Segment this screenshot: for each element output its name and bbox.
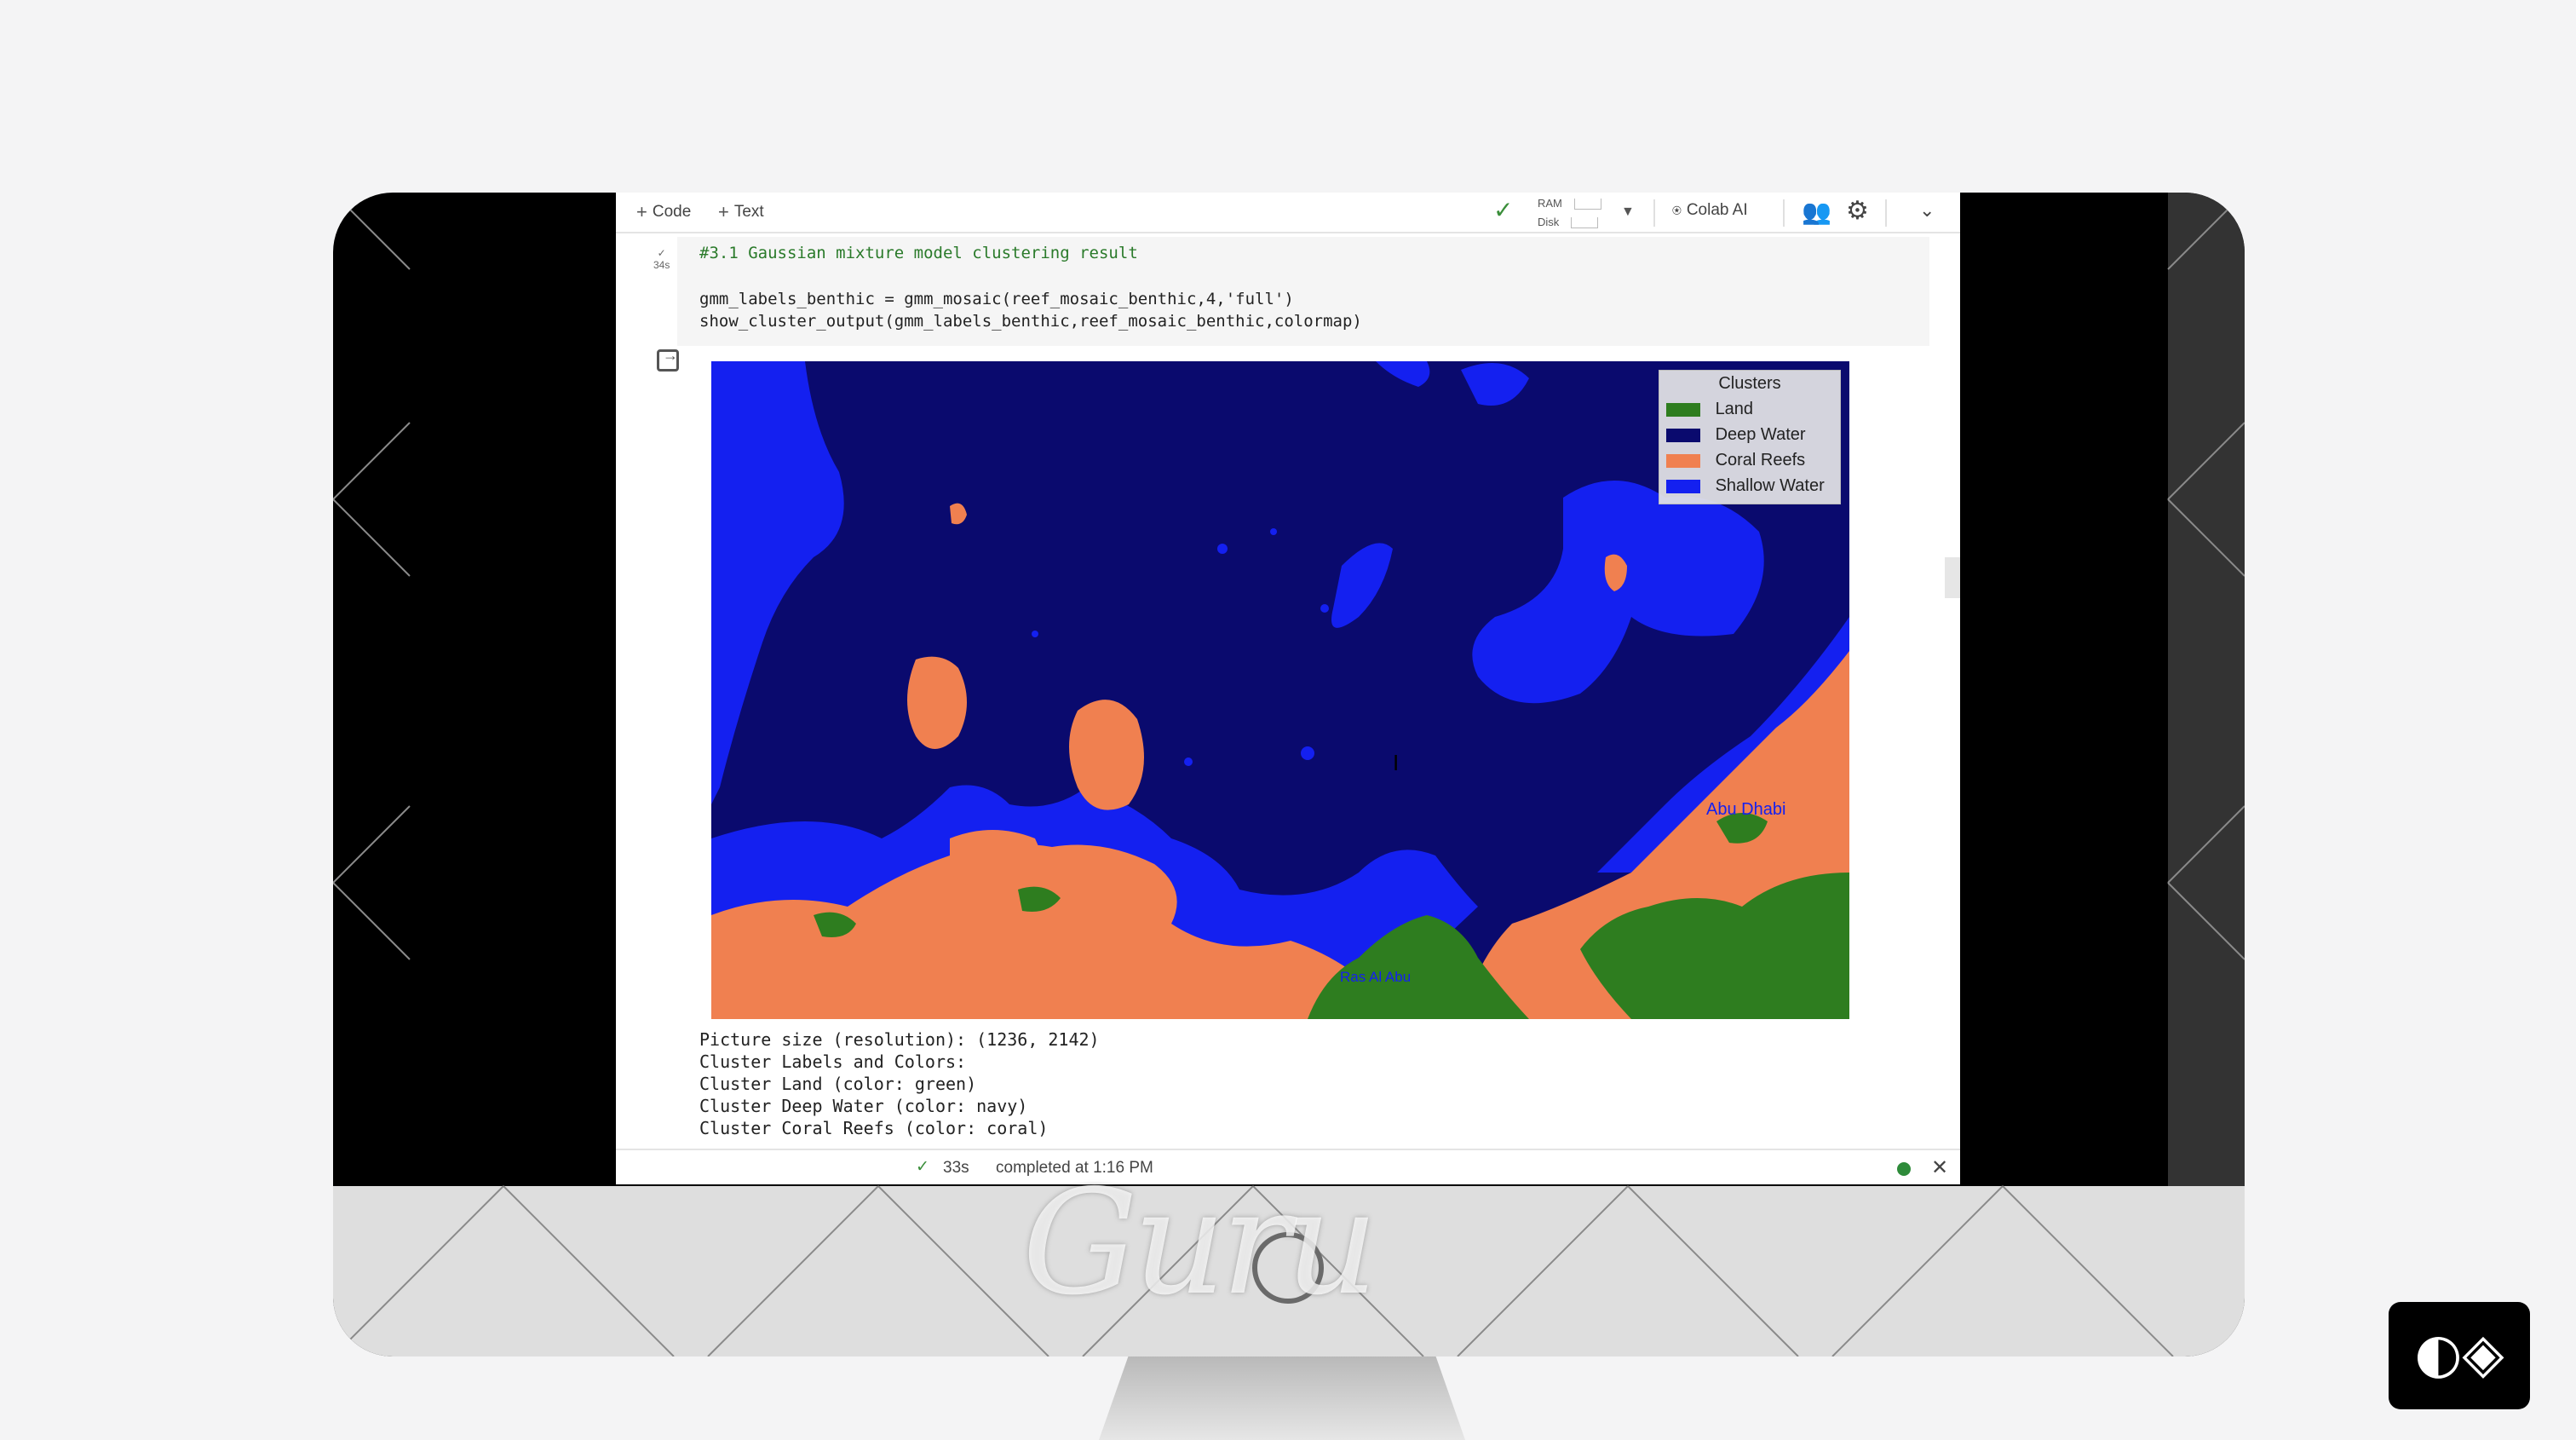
run-status: ✓ 34s bbox=[653, 247, 670, 271]
ram-label: RAM bbox=[1538, 197, 1562, 210]
legend-label: Shallow Water bbox=[1715, 476, 1825, 495]
ram-disk-indicator[interactable]: RAM Disk bbox=[1538, 194, 1601, 232]
scrollbar-thumb[interactable] bbox=[1945, 557, 1960, 598]
plus-icon: + bbox=[636, 201, 647, 222]
output-line: Cluster Land (color: green) bbox=[699, 1074, 977, 1094]
legend-swatch bbox=[1666, 428, 1700, 442]
colab-toolbar: + Code + Text ✓ RAM Disk ▼ ⍟ Colab AI 👥 … bbox=[616, 193, 1960, 233]
watermark: Guru bbox=[1022, 1159, 1378, 1328]
share-people-icon[interactable]: 👥 bbox=[1802, 198, 1831, 226]
code-comment: #3.1 Gaussian mixture model clustering r… bbox=[699, 244, 1138, 262]
toolbar-divider bbox=[1885, 199, 1887, 227]
chevron-down-icon[interactable]: ⌄ bbox=[1919, 199, 1935, 222]
gear-icon[interactable]: ⚙ bbox=[1846, 196, 1869, 226]
colab-ai-button[interactable]: ⍟ Colab AI bbox=[1672, 201, 1748, 220]
output-line: Cluster Labels and Colors: bbox=[699, 1051, 967, 1072]
code-line: show_cluster_output(gmm_labels_benthic,r… bbox=[699, 312, 1362, 331]
code-cell[interactable]: ✓ 34s #3.1 Gaussian mixture model cluste… bbox=[647, 237, 1929, 346]
monitor-stand bbox=[1099, 1356, 1465, 1440]
legend-title: Clusters bbox=[1718, 374, 1781, 393]
plus-icon: + bbox=[718, 201, 729, 222]
toolbar-divider bbox=[1653, 199, 1655, 227]
legend-item-land: Land bbox=[1666, 400, 1753, 419]
disk-label: Disk bbox=[1538, 216, 1560, 228]
check-icon: ✓ bbox=[916, 1158, 929, 1176]
brand-logo-icon: ◐◈ bbox=[2414, 1322, 2504, 1385]
legend-label: Land bbox=[1715, 400, 1754, 418]
toolbar-divider bbox=[1783, 199, 1785, 227]
add-code-button[interactable]: Code bbox=[653, 203, 691, 222]
legend-swatch bbox=[1666, 402, 1700, 417]
output-line: Cluster Deep Water (color: navy) bbox=[699, 1096, 1028, 1116]
legend-swatch bbox=[1666, 479, 1700, 493]
output-line: Picture size (resolution): (1236, 2142) bbox=[699, 1029, 1100, 1050]
map-label-abu-dhabi: Abu Dhabi bbox=[1706, 800, 1785, 819]
brand-logo-badge: ◐◈ bbox=[2389, 1302, 2530, 1409]
legend-item-shallow-water: Shallow Water bbox=[1666, 476, 1825, 496]
sparkle-icon: ⍟ bbox=[1672, 201, 1682, 219]
runtime-dropdown-icon[interactable]: ▼ bbox=[1621, 204, 1635, 220]
status-dot-icon bbox=[1897, 1162, 1911, 1176]
code-editor[interactable]: #3.1 Gaussian mixture model clustering r… bbox=[677, 237, 1929, 346]
legend-item-coral-reefs: Coral Reefs bbox=[1666, 451, 1805, 470]
add-text-group: + Text bbox=[718, 201, 764, 223]
code-line: gmm_labels_benthic = gmm_mosaic(reef_mos… bbox=[699, 290, 1294, 308]
text-cursor-icon: I bbox=[1393, 750, 1399, 775]
check-icon: ✓ bbox=[657, 247, 666, 259]
cluster-legend: Clusters Land Deep Water Coral Reefs Sha… bbox=[1659, 370, 1841, 504]
colab-screen: + Code + Text ✓ RAM Disk ▼ ⍟ Colab AI 👥 … bbox=[616, 193, 1960, 1184]
close-icon[interactable]: ✕ bbox=[1931, 1155, 1948, 1180]
legend-swatch bbox=[1666, 453, 1700, 468]
run-duration: 34s bbox=[653, 259, 670, 271]
status-duration: 33s bbox=[943, 1159, 969, 1177]
legend-item-deep-water: Deep Water bbox=[1666, 425, 1806, 445]
output-action-icon[interactable] bbox=[657, 347, 679, 372]
colab-ai-label: Colab AI bbox=[1686, 201, 1748, 219]
map-label-ras-al-abu: Ras Al Abu bbox=[1340, 969, 1411, 985]
add-code-group: + Code bbox=[636, 201, 691, 223]
legend-label: Coral Reefs bbox=[1715, 451, 1806, 469]
add-text-button[interactable]: Text bbox=[734, 203, 764, 222]
legend-label: Deep Water bbox=[1715, 425, 1806, 444]
output-line: Cluster Coral Reefs (color: coral) bbox=[699, 1118, 1049, 1138]
connected-check-icon: ✓ bbox=[1493, 197, 1514, 223]
